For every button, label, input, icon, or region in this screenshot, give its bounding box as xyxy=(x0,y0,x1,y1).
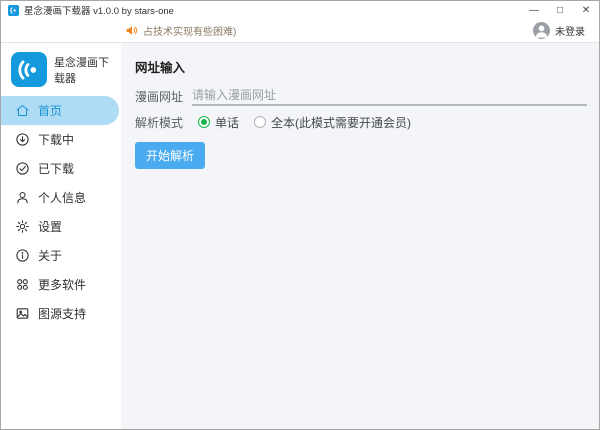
close-button[interactable]: ✕ xyxy=(573,1,599,19)
avatar-icon[interactable] xyxy=(533,22,550,39)
sidebar-item-image-source[interactable]: 图源支持 xyxy=(1,299,121,328)
minimize-button[interactable]: — xyxy=(521,1,547,19)
parse-mode-label: 解析模式 xyxy=(135,114,183,131)
sidebar-item-label: 下载中 xyxy=(38,131,74,148)
section-title: 网址输入 xyxy=(135,57,587,76)
downloading-icon xyxy=(15,132,30,147)
radio-label[interactable]: 全本(此模式需要开通会员) xyxy=(271,114,411,131)
speaker-icon xyxy=(125,24,138,37)
downloaded-icon xyxy=(15,161,30,176)
sidebar-menu: 首页 下载中 xyxy=(1,96,121,328)
sidebar-item-about[interactable]: 关于 xyxy=(1,241,121,270)
app-window: 星念漫画下载器 v1.0.0 by stars-one — □ ✕ 占技术实现有… xyxy=(0,0,600,430)
sidebar-item-label: 图源支持 xyxy=(38,305,86,322)
start-parse-button[interactable]: 开始解析 xyxy=(135,142,205,169)
about-icon xyxy=(15,248,30,263)
radio-icon[interactable] xyxy=(198,116,210,128)
radio-full-book[interactable]: 全本(此模式需要开通会员) xyxy=(239,114,411,131)
sidebar-item-label: 首页 xyxy=(38,102,62,119)
parse-mode-options: 单话 全本(此模式需要开通会员) xyxy=(183,114,411,131)
titlebar: 星念漫画下载器 v1.0.0 by stars-one — □ ✕ xyxy=(1,1,599,19)
sidebar-item-downloaded[interactable]: 已下载 xyxy=(1,154,121,183)
sidebar-item-label: 已下载 xyxy=(38,160,74,177)
radio-icon[interactable] xyxy=(254,116,266,128)
radio-label[interactable]: 单话 xyxy=(215,114,239,131)
announcement-text: 占技术实现有些困难) xyxy=(143,23,236,38)
sidebar: 星念漫画下载器 首页 xyxy=(1,43,121,429)
sidebar-item-profile[interactable]: 个人信息 xyxy=(1,183,121,212)
announcement: 占技术实现有些困难) xyxy=(125,23,236,38)
app-logo-icon xyxy=(8,5,19,16)
sidebar-item-label: 个人信息 xyxy=(38,189,86,206)
settings-icon xyxy=(15,219,30,234)
image-source-icon xyxy=(15,306,30,321)
login-status[interactable]: 未登录 xyxy=(555,23,585,38)
window-title: 星念漫画下载器 v1.0.0 by stars-one xyxy=(24,3,174,17)
sidebar-item-label: 设置 xyxy=(38,218,62,235)
login-area[interactable]: 未登录 xyxy=(533,22,585,39)
sidebar-item-downloading[interactable]: 下载中 xyxy=(1,125,121,154)
url-label: 漫画网址 xyxy=(135,88,183,105)
main-content: 网址输入 漫画网址 解析模式 单话 全本(此模式需要开通会员) xyxy=(121,43,599,429)
app-body: 星念漫画下载器 首页 xyxy=(1,43,599,429)
app-name: 星念漫画下载器 xyxy=(54,54,113,86)
profile-icon xyxy=(15,190,30,205)
url-input-row: 漫画网址 xyxy=(135,87,587,105)
sidebar-item-label: 关于 xyxy=(38,247,62,264)
home-icon xyxy=(15,103,30,118)
comic-url-input[interactable] xyxy=(192,87,587,106)
radio-single-chapter[interactable]: 单话 xyxy=(183,114,239,131)
sidebar-item-label: 更多软件 xyxy=(38,276,86,293)
sidebar-item-settings[interactable]: 设置 xyxy=(1,212,121,241)
parse-mode-row: 解析模式 单话 全本(此模式需要开通会员) xyxy=(135,113,587,131)
more-apps-icon xyxy=(15,277,30,292)
sidebar-item-more-apps[interactable]: 更多软件 xyxy=(1,270,121,299)
app-logo-large-icon xyxy=(11,52,47,87)
sidebar-logo-row: 星念漫画下载器 xyxy=(1,52,121,87)
topbar: 占技术实现有些困难) 未登录 xyxy=(1,19,599,43)
maximize-button[interactable]: □ xyxy=(547,1,573,19)
window-controls: — □ ✕ xyxy=(521,1,599,19)
sidebar-item-home[interactable]: 首页 xyxy=(1,96,119,125)
